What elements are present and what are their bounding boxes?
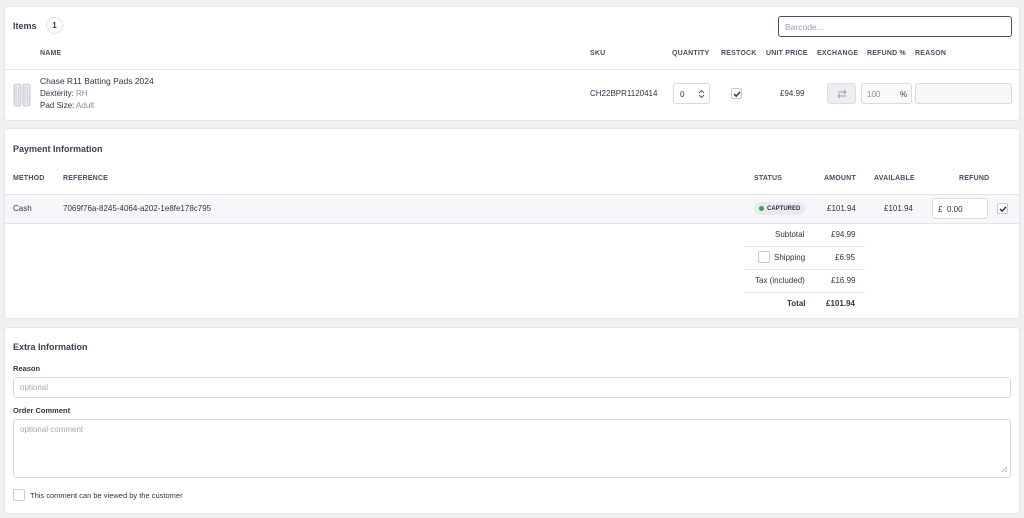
- refund-amount: 0.00: [947, 205, 963, 214]
- barcode-placeholder: Barcode...: [785, 22, 824, 32]
- resize-handle-icon[interactable]: [1001, 466, 1008, 475]
- restock-checkbox[interactable]: [731, 88, 742, 99]
- percent-sign: %: [900, 90, 908, 99]
- exchange-button[interactable]: [827, 83, 856, 104]
- tax-label: Tax (included): [755, 276, 805, 285]
- payment-refund-input[interactable]: £ 0.00: [932, 198, 988, 219]
- items-header-divider: [5, 69, 1021, 70]
- product-sku: CH22BPR1120414: [590, 89, 658, 98]
- subtotal-label: Subtotal: [775, 230, 805, 239]
- item-reason-input[interactable]: [915, 83, 1012, 104]
- items-card: Items 1 Barcode... NAME SKU QUANTITY RES…: [4, 6, 1021, 121]
- order-comment-textarea[interactable]: optional comment: [13, 419, 1011, 478]
- items-title: Items: [13, 21, 37, 31]
- col-method: METHOD: [13, 175, 45, 182]
- summary-divider-2: [745, 269, 865, 270]
- reason-placeholder: optional: [20, 383, 49, 392]
- refund-percent-input[interactable]: 100 %: [861, 83, 912, 104]
- customer-visible-checkbox[interactable]: [13, 489, 25, 501]
- payment-amount: £101.94: [827, 204, 856, 213]
- refund-percent-value: 100: [867, 90, 881, 99]
- payment-card: Payment Information METHOD REFERENCE STA…: [4, 128, 1021, 319]
- extra-info-card: Extra Information Reason optional Order …: [4, 327, 1020, 514]
- order-comment-label: Order Comment: [13, 406, 71, 415]
- shipping-value: £6.95: [835, 253, 856, 262]
- col-reference: REFERENCE: [63, 175, 108, 182]
- col-unit-price: UNIT PRICE: [766, 50, 808, 57]
- payment-reference: 7069f76a-8245-4064-a202-1e8fe178c795: [63, 204, 212, 213]
- total-value: £101.94: [826, 299, 855, 308]
- dexterity-label: Dexterity:: [40, 89, 74, 98]
- items-count-badge: 1: [46, 17, 63, 34]
- pad-size-value: Adult: [76, 101, 95, 110]
- customer-visible-label: This comment can be viewed by the custom…: [30, 491, 183, 500]
- tax-value: £16.99: [831, 276, 856, 285]
- col-refund: REFUND: [959, 175, 990, 182]
- product-thumbnail: [13, 83, 31, 107]
- status-badge: CAPTURED: [754, 202, 806, 215]
- refund-currency: £: [938, 205, 943, 214]
- payment-available: £101.94: [884, 204, 913, 213]
- status-text: CAPTURED: [767, 205, 801, 212]
- col-quantity: QUANTITY: [672, 50, 710, 57]
- payment-row-divider: [5, 223, 1021, 224]
- shipping-label: Shipping: [774, 253, 806, 262]
- product-name: Chase R11 Batting Pads 2024: [40, 76, 154, 86]
- col-restock: RESTOCK: [721, 50, 757, 57]
- reason-label: Reason: [13, 364, 41, 373]
- payment-row: Cash 7069f76a-8245-4064-a202-1e8fe178c79…: [5, 195, 1019, 223]
- col-status: STATUS: [754, 175, 783, 182]
- payment-refund-checkbox[interactable]: [997, 203, 1008, 214]
- payment-title: Payment Information: [13, 144, 103, 154]
- barcode-input[interactable]: Barcode...: [778, 16, 1012, 37]
- reason-input[interactable]: optional: [13, 377, 1011, 398]
- total-label: Total: [787, 299, 806, 308]
- unit-price: £94.99: [780, 89, 805, 98]
- items-count: 1: [52, 21, 57, 30]
- dexterity-value: RH: [76, 89, 88, 98]
- col-available: AVAILABLE: [874, 175, 915, 182]
- quantity-value: 0: [680, 90, 685, 99]
- extra-info-title: Extra Information: [13, 342, 88, 352]
- subtotal-value: £94.99: [831, 230, 856, 239]
- stepper-arrows-icon[interactable]: [698, 89, 705, 101]
- quantity-stepper[interactable]: 0: [673, 83, 710, 104]
- summary-divider-3: [745, 292, 865, 293]
- check-icon: [733, 90, 741, 97]
- status-dot-icon: [759, 206, 764, 211]
- pad-size-label: Pad Size:: [40, 101, 75, 110]
- product-dexterity: Dexterity: RH: [40, 89, 88, 98]
- check-icon: [999, 205, 1007, 212]
- product-pad-size: Pad Size: Adult: [40, 101, 94, 110]
- col-refund-percent: REFUND %: [867, 50, 906, 57]
- col-amount: AMOUNT: [824, 175, 856, 182]
- col-name: NAME: [40, 50, 62, 57]
- exchange-icon: [836, 89, 847, 98]
- order-comment-placeholder: optional comment: [20, 425, 84, 434]
- col-reason: REASON: [915, 50, 947, 57]
- summary-divider-1: [745, 246, 865, 247]
- col-sku: SKU: [590, 50, 606, 57]
- shipping-checkbox[interactable]: [758, 251, 770, 263]
- col-exchange: EXCHANGE: [817, 50, 859, 57]
- payment-method: Cash: [13, 204, 32, 213]
